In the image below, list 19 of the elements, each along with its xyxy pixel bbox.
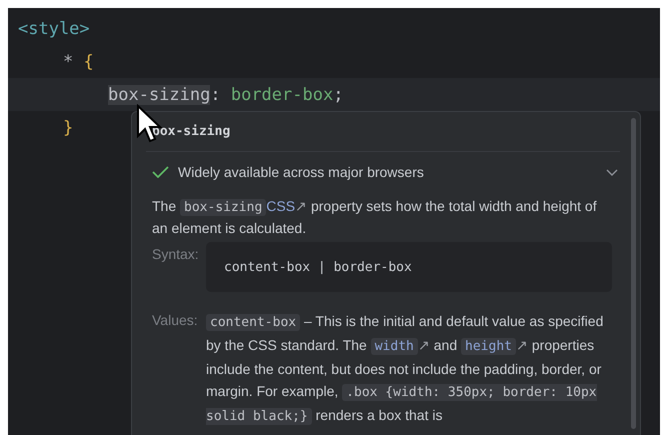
property-value: border-box bbox=[230, 84, 334, 104]
tag-name: <style> bbox=[18, 18, 90, 38]
syntax-code-block: content-box | border-box bbox=[206, 242, 612, 292]
scrollbar[interactable] bbox=[631, 118, 636, 429]
values-label: Values: bbox=[152, 311, 199, 330]
values-text: content-box – This is the initial and default value as specified by the CSS standard. The width ↗ and height ↗ properties include the content, but does not include the padding, border, or margin. For example, .box {width: 350px; border: 10px solid black;} renders a box that is bbox=[206, 312, 604, 427]
punctuation: } bbox=[63, 118, 74, 138]
checkmark-icon bbox=[152, 166, 170, 178]
selector-text: * bbox=[63, 52, 74, 72]
popup-title: box-sizing bbox=[152, 123, 232, 141]
punctuation: { bbox=[83, 52, 94, 72]
availability-text: Widely available across major browsers bbox=[178, 164, 425, 180]
chevron-icon[interactable] bbox=[606, 168, 618, 176]
punctuation: : bbox=[210, 84, 222, 104]
css-link[interactable]: CSS↗ bbox=[266, 198, 308, 214]
property-name: box-sizing bbox=[108, 84, 210, 104]
syntax-label: Syntax: bbox=[152, 245, 200, 264]
description-text: The box-sizing CSS↗ property sets how the total width and height of an element is calculated. bbox=[152, 197, 598, 238]
punctuation: ; bbox=[333, 84, 344, 104]
